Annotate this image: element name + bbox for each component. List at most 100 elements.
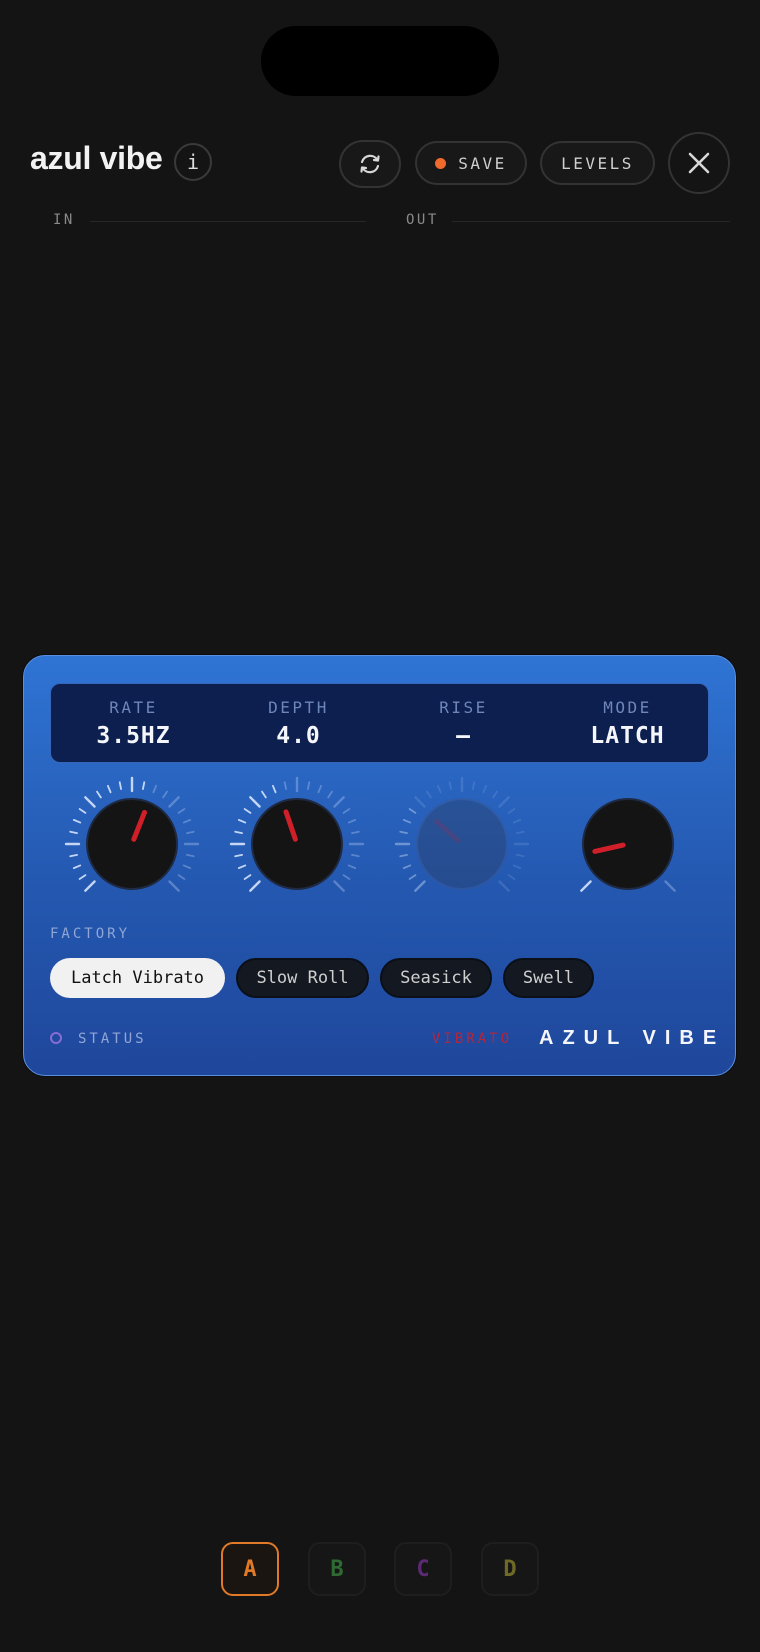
knob-body — [251, 798, 343, 890]
knob-tick — [408, 808, 417, 814]
output-meter-label: OUT — [406, 212, 439, 228]
knob-tick — [402, 818, 412, 824]
knob-tick — [78, 808, 87, 814]
knob-tick — [333, 880, 345, 892]
knob-tick — [283, 781, 287, 790]
knob-tick — [78, 874, 87, 880]
levels-button[interactable]: LEVELS — [540, 141, 655, 185]
slot-a-button[interactable]: A — [221, 1542, 279, 1596]
knob-tick — [498, 880, 510, 892]
knob-tick — [399, 830, 408, 834]
close-button[interactable] — [668, 132, 730, 194]
knob-tick — [342, 874, 351, 880]
knob-tick — [351, 854, 360, 858]
slot-b-button[interactable]: B — [308, 1542, 366, 1596]
knob-tick — [512, 818, 522, 824]
knob-tick — [72, 818, 82, 824]
knob-tick — [237, 818, 247, 824]
knob-tick — [118, 781, 122, 790]
knob-tick — [96, 790, 102, 799]
knob-mode[interactable] — [580, 798, 676, 892]
sync-button[interactable] — [339, 140, 401, 188]
knob-rate[interactable] — [64, 776, 200, 892]
knob-tick — [342, 808, 351, 814]
knob-tick — [177, 874, 186, 880]
slot-d-button[interactable]: D — [481, 1542, 539, 1596]
brand-label: AZUL VIBE — [539, 1027, 726, 1049]
knob-tick — [327, 790, 333, 799]
knob-tick — [482, 784, 488, 794]
knob-tick — [69, 854, 78, 858]
levels-button-label: LEVELS — [561, 153, 634, 173]
knob-tick — [186, 830, 195, 834]
knob-tick — [399, 854, 408, 858]
knob-depth[interactable] — [229, 776, 365, 892]
knob-tick — [69, 830, 78, 834]
save-button[interactable]: SAVE — [415, 141, 527, 185]
knob-tick — [182, 864, 192, 870]
knob-tick — [271, 784, 277, 794]
knob-tick — [516, 830, 525, 834]
knob-tick — [472, 781, 476, 790]
knob-tick — [516, 854, 525, 858]
knob-tick — [664, 880, 676, 892]
knob-tick — [168, 880, 180, 892]
knob-tick — [243, 874, 252, 880]
knob-tick — [512, 864, 522, 870]
knob-tick — [168, 796, 180, 808]
slot-c-button[interactable]: C — [394, 1542, 452, 1596]
knob-tick — [408, 874, 417, 880]
knob-body — [416, 798, 508, 890]
effect-type-label: VIBRATO — [432, 1031, 513, 1047]
knob-tick — [234, 830, 243, 834]
knob-tick — [177, 808, 186, 814]
preset-seasick[interactable]: Seasick — [380, 958, 492, 998]
knob-tick — [162, 790, 168, 799]
page-title: azul vibe — [30, 140, 163, 176]
save-button-label: SAVE — [458, 153, 507, 173]
sync-icon — [360, 154, 380, 174]
preset-swell[interactable]: Swell — [503, 958, 594, 998]
knob-tick — [426, 790, 432, 799]
knob-tick — [152, 784, 158, 794]
knob-rise[interactable] — [394, 776, 530, 892]
knob-tick — [507, 874, 516, 880]
knob-tick — [507, 808, 516, 814]
knob-tick — [498, 796, 510, 808]
factory-section-label: FACTORY — [50, 926, 131, 942]
preset-slow-roll[interactable]: Slow Roll — [236, 958, 369, 998]
knob-tick — [182, 818, 192, 824]
info-button[interactable]: i — [174, 143, 212, 181]
knob-tick — [351, 830, 360, 834]
knob-tick — [84, 796, 96, 808]
knob-tick — [448, 781, 452, 790]
knob-tick — [261, 790, 267, 799]
knob-tick — [249, 796, 261, 808]
knob-tick — [580, 880, 592, 892]
knob-tick — [72, 864, 82, 870]
knob-tick — [106, 784, 112, 794]
knob-tick — [402, 864, 412, 870]
knob-tick — [333, 796, 345, 808]
knob-tick — [84, 880, 96, 892]
status-label: STATUS — [78, 1031, 147, 1047]
output-meter — [452, 221, 730, 222]
knob-tick — [347, 818, 357, 824]
knob-tick — [492, 790, 498, 799]
knob-tick — [237, 864, 247, 870]
knob-tick — [414, 796, 426, 808]
knob-tick — [347, 864, 357, 870]
knob-body — [86, 798, 178, 890]
knob-tick — [186, 854, 195, 858]
close-icon — [688, 152, 710, 174]
knob-tick — [317, 784, 323, 794]
effect-device-panel: RATE 3.5HZ DEPTH 4.0 RISE — MODE LATCH F… — [23, 655, 736, 1076]
knob-tick — [249, 880, 261, 892]
input-meter-label: IN — [53, 212, 75, 228]
preset-latch-vibrato[interactable]: Latch Vibrato — [50, 958, 225, 998]
knob-tick — [243, 808, 252, 814]
unsaved-indicator — [435, 157, 447, 169]
knob-tick — [142, 781, 146, 790]
knob-tick — [234, 854, 243, 858]
knob-tick — [307, 781, 311, 790]
